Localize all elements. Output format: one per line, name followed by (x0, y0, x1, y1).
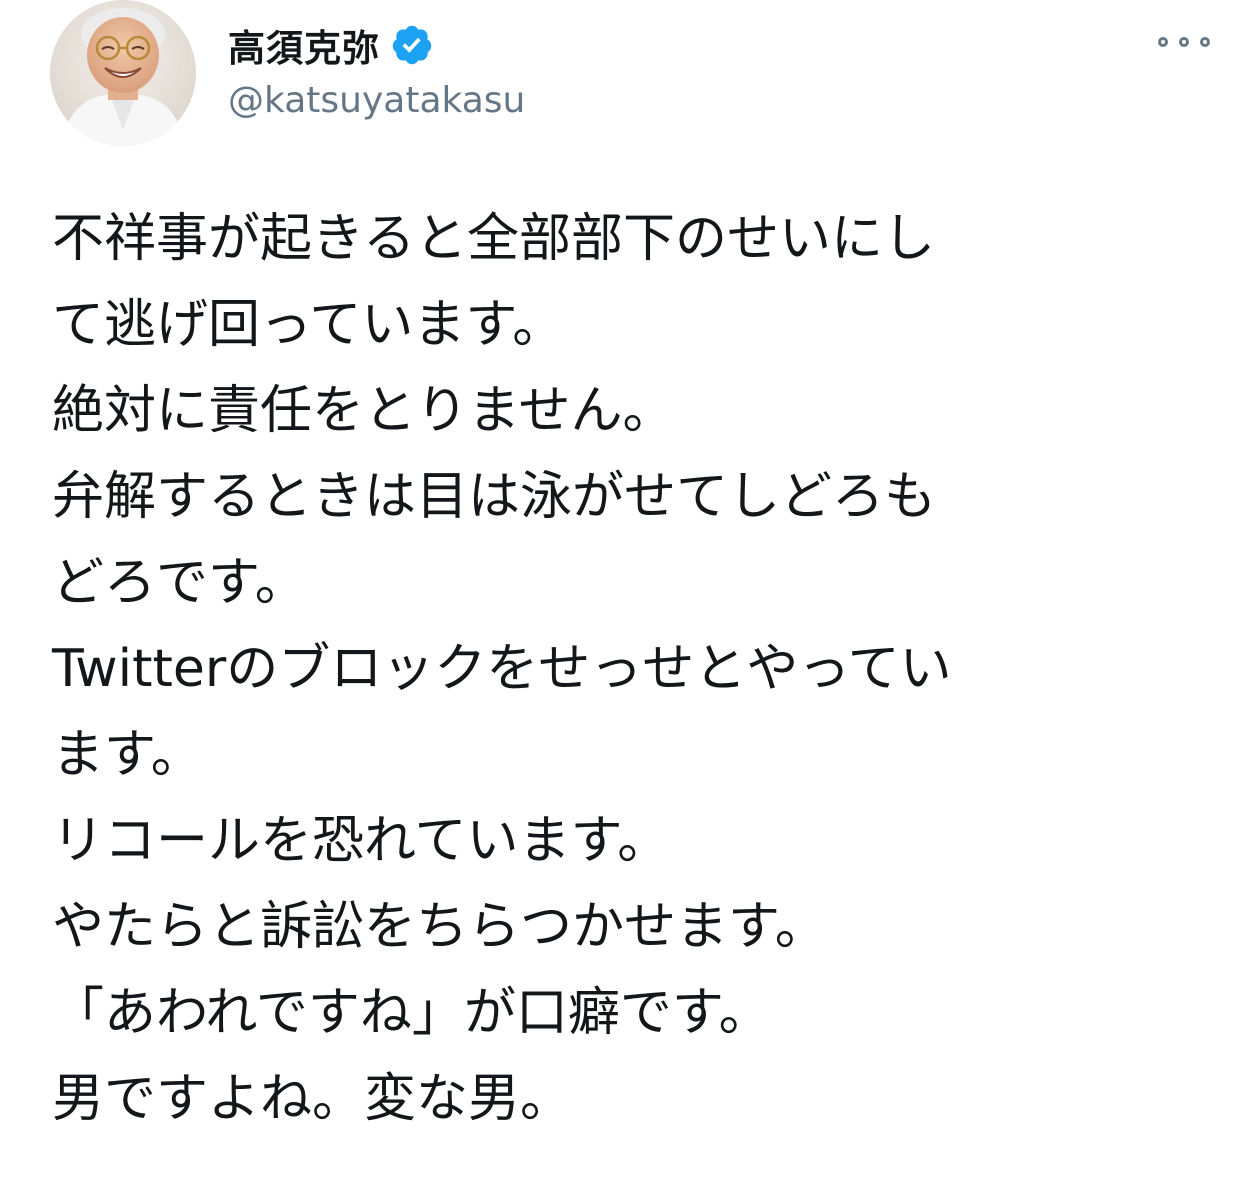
tweet-text-line: Twitterのブロックをせっせとやってい (52, 639, 952, 699)
more-horizontal-icon (1200, 37, 1210, 47)
more-horizontal-icon (1179, 37, 1189, 47)
author-display-name[interactable]: 高須克弥 (228, 18, 380, 72)
tweet-text-line: ます。 (52, 725, 203, 785)
verified-badge-icon (390, 23, 434, 67)
avatar[interactable] (50, 0, 196, 146)
tweet-text-line: 絶対に責任をとりません。 (52, 381, 675, 441)
author-name-row: 高須克弥 (228, 18, 434, 72)
tweet-text: 不祥事が起きると全部部下のせいにし て逃げ回っています。 絶対に責任をとりません… (52, 196, 1162, 1142)
tweet-text-line: 「あわれですね」が口癖です。 (52, 983, 771, 1043)
avatar-photo (50, 0, 196, 146)
tweet-text-line: やたらと訴訟をちらつかせます。 (52, 897, 827, 957)
more-horizontal-icon (1158, 37, 1168, 47)
author-handle[interactable]: @katsuyatakasu (228, 80, 525, 121)
tweet-header: 高須克弥 @katsuyatakasu (50, 0, 1210, 160)
tweet-text-line: 不祥事が起きると全部部下のせいにし (52, 209, 935, 269)
tweet-text-line: て逃げ回っています。 (52, 295, 565, 355)
tweet-text-line: どろです。 (52, 553, 307, 613)
tweet-text-line: 弁解するときは目は泳がせてしどろも (52, 467, 937, 527)
more-options-button[interactable] (1158, 28, 1210, 56)
tweet-text-line: リコールを恐れています。 (52, 811, 670, 871)
tweet-text-line: 男ですよね。変な男。 (52, 1069, 573, 1129)
